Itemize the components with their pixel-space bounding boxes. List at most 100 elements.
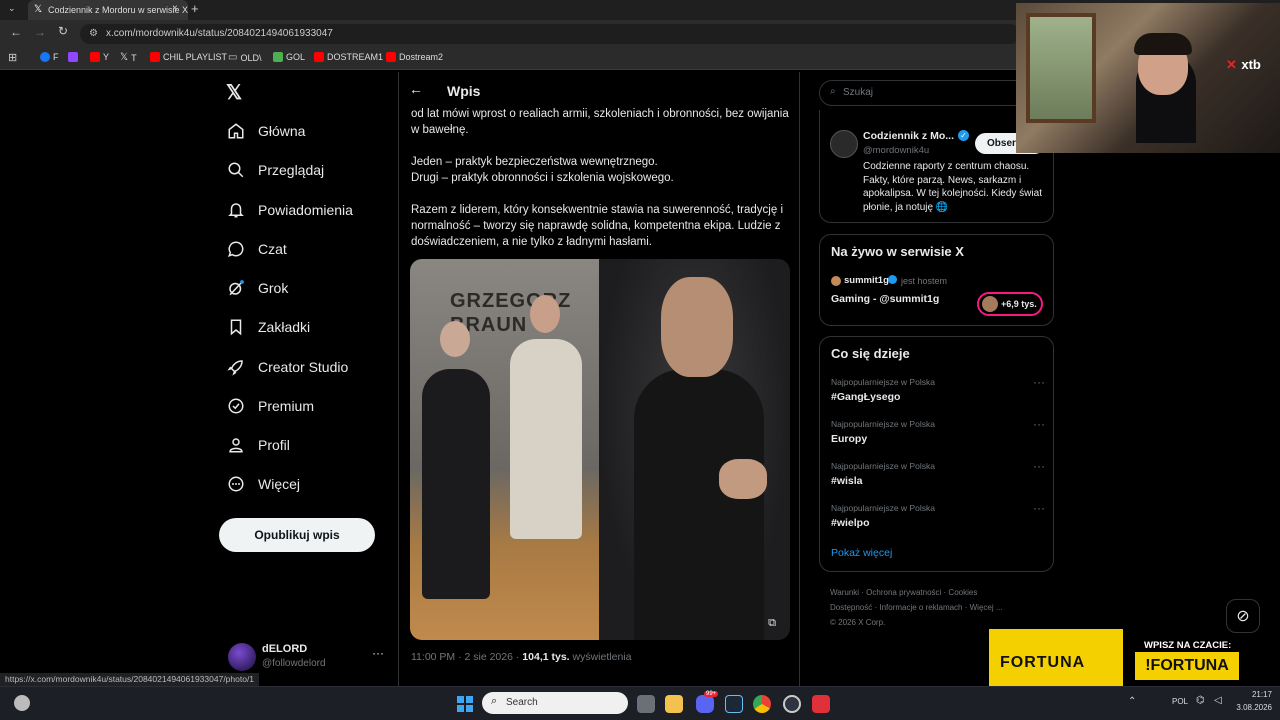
nav-chat[interactable]: Czat bbox=[226, 239, 287, 259]
host-avatar bbox=[831, 276, 841, 286]
taskbar-search[interactable]: ⌕ Search bbox=[482, 692, 628, 714]
more-dots-icon[interactable]: ··· bbox=[372, 646, 384, 660]
live-listeners-pill[interactable]: +6,9 tys. bbox=[977, 292, 1043, 316]
host-verified-icon bbox=[888, 275, 897, 284]
bookmark-t[interactable]: 𝕏T bbox=[120, 52, 137, 63]
trends-title: Co się dzieje bbox=[831, 346, 910, 361]
bookmark-f[interactable]: F bbox=[40, 52, 59, 62]
volume-icon[interactable]: ◁ bbox=[1214, 695, 1222, 706]
apps-grid-icon[interactable]: ⊞ bbox=[8, 51, 17, 64]
post-media[interactable]: GRZEGORZ BRAUN ⧉ bbox=[410, 259, 790, 640]
search-icon: ⌕ bbox=[830, 86, 836, 97]
trend-item[interactable]: Najpopularniejsze w Polska #GangŁysego ·… bbox=[831, 375, 1045, 403]
profile-name[interactable]: Codziennik z Mo... bbox=[863, 130, 954, 142]
account-switcher[interactable]: dELORD @followdelord ··· bbox=[226, 642, 396, 674]
trend-more-icon[interactable]: ··· bbox=[1033, 459, 1045, 473]
bookmark-gol[interactable]: GOL bbox=[273, 52, 305, 62]
page-title: Wpis bbox=[447, 83, 481, 99]
new-tab-icon[interactable]: + bbox=[191, 1, 199, 16]
discord-icon[interactable] bbox=[696, 695, 714, 713]
bookmark-dostream2[interactable]: Dostream2 bbox=[386, 52, 443, 62]
file-explorer-icon[interactable] bbox=[665, 695, 683, 713]
footer-link[interactable]: Informacje o reklamach bbox=[879, 603, 962, 612]
weather-icon[interactable] bbox=[14, 695, 30, 711]
input-language[interactable]: POL bbox=[1172, 697, 1188, 706]
post-text-paragraph-1: od lat mówi wprost o realiach armii, szk… bbox=[411, 108, 789, 136]
nav-explore[interactable]: Przeglądaj bbox=[226, 160, 324, 180]
windows-start-icon[interactable] bbox=[457, 696, 473, 712]
bookmark-y[interactable]: Y bbox=[90, 52, 109, 62]
browser-tab[interactable]: 𝕏 Codziennik z Mordoru w serwisie X bbox=[28, 0, 188, 20]
trend-item[interactable]: Najpopularniejsze w Polska Europy ··· bbox=[831, 417, 1045, 445]
nav-notifications[interactable]: Powiadomienia bbox=[226, 200, 353, 220]
person-suit bbox=[422, 369, 490, 599]
nav-grok[interactable]: Grok bbox=[226, 278, 288, 298]
trend-more-icon[interactable]: ··· bbox=[1033, 501, 1045, 515]
clock-time[interactable]: 21:17 bbox=[1238, 690, 1272, 699]
network-icon[interactable]: ⌬ bbox=[1196, 695, 1205, 706]
footer-link[interactable]: Więcej ... bbox=[970, 603, 1003, 612]
fortuna-code: !FORTUNA bbox=[1145, 657, 1229, 674]
forward-icon[interactable]: → bbox=[34, 25, 46, 39]
trend-more-icon[interactable]: ··· bbox=[1033, 375, 1045, 389]
chrome-icon[interactable] bbox=[753, 695, 771, 713]
nav-profile[interactable]: Profil bbox=[226, 435, 290, 455]
post-text-line-b: Drugi – praktyk obronności i szkolenia w… bbox=[411, 172, 674, 184]
bookmark-folder-old[interactable]: ▭ OLD\ bbox=[228, 52, 261, 63]
search-box[interactable]: ⌕ Szukaj bbox=[819, 80, 1039, 106]
steam-icon[interactable] bbox=[725, 695, 743, 713]
footer-link[interactable]: Cookies bbox=[948, 588, 977, 597]
xtb-x-icon: ✕ bbox=[1226, 57, 1237, 72]
nav-creator-studio[interactable]: Creator Studio bbox=[226, 357, 348, 377]
nav-bookmarks[interactable]: Zakładki bbox=[226, 317, 310, 337]
taskbar-search-label: Search bbox=[506, 697, 538, 708]
trend-item[interactable]: Najpopularniejsze w Polska #wielpo ··· bbox=[831, 501, 1045, 529]
youtube-icon bbox=[386, 52, 396, 62]
task-view-icon[interactable] bbox=[637, 695, 655, 713]
clock-date[interactable]: 3.08.2026 bbox=[1222, 703, 1272, 712]
site-info-icon[interactable]: ⚙ bbox=[89, 24, 98, 44]
bookmark-chil-playlist[interactable]: CHIL PLAYLIST bbox=[150, 52, 227, 62]
search-placeholder: Szukaj bbox=[843, 87, 874, 98]
grok-floating-icon[interactable]: ⊘ bbox=[1226, 599, 1260, 633]
footer-link[interactable]: Dostępność bbox=[830, 603, 872, 612]
tab-close-icon[interactable]: × bbox=[172, 3, 178, 14]
nav-home[interactable]: Główna bbox=[226, 121, 305, 141]
footer-link[interactable]: Ochrona prywatności bbox=[866, 588, 941, 597]
nav-more[interactable]: Więcej bbox=[226, 474, 300, 494]
folder-icon: ▭ bbox=[228, 52, 238, 63]
windows-taskbar: ⌕ Search 99+ ⌃ POL ⌬ ◁ 21:17 3.08.2026 bbox=[0, 686, 1280, 720]
post-photo-left[interactable]: GRZEGORZ BRAUN bbox=[410, 259, 599, 640]
live-stream-title[interactable]: Gaming - @summit1g bbox=[831, 293, 939, 305]
x-favicon-icon: 𝕏 bbox=[34, 4, 43, 15]
tray-chevron-icon[interactable]: ⌃ bbox=[1128, 696, 1136, 707]
post-photo-right[interactable]: ⧉ bbox=[599, 259, 790, 640]
reload-icon[interactable]: ↻ bbox=[58, 24, 68, 38]
account-handle: @followdelord bbox=[262, 658, 326, 669]
trend-item[interactable]: Najpopularniejsze w Polska #wisla ··· bbox=[831, 459, 1045, 487]
nav-premium[interactable]: Premium bbox=[226, 396, 314, 416]
profile-avatar[interactable] bbox=[830, 130, 858, 158]
host-label: jest hostem bbox=[901, 276, 948, 286]
bookmark-twitch[interactable] bbox=[68, 52, 78, 62]
app-icon[interactable] bbox=[783, 695, 801, 713]
alt-text-icon[interactable]: ⧉ bbox=[768, 617, 776, 630]
host-name[interactable]: summit1g bbox=[844, 275, 889, 286]
listener-avatar bbox=[982, 296, 998, 312]
footer-link[interactable]: Warunki bbox=[830, 588, 859, 597]
bookmark-dostream1[interactable]: DOSTREAM1 bbox=[314, 52, 383, 62]
back-arrow-icon[interactable]: ← bbox=[409, 81, 423, 97]
post-text-paragraph-3: Razem z liderem, który konsekwentnie sta… bbox=[411, 204, 783, 248]
url-field[interactable]: ⚙ x.com/mordownik4u/status/2084021494061… bbox=[80, 24, 1020, 44]
show-more-link[interactable]: Pokaż więcej bbox=[831, 547, 892, 559]
tab-menu-icon[interactable]: ⌄ bbox=[8, 3, 16, 14]
home-icon bbox=[226, 121, 246, 141]
back-icon[interactable]: ← bbox=[10, 25, 22, 39]
publish-post-button[interactable]: Opublikuj wpis bbox=[219, 518, 375, 552]
youtube-icon bbox=[150, 52, 160, 62]
trend-more-icon[interactable]: ··· bbox=[1033, 417, 1045, 431]
red-app-icon[interactable] bbox=[812, 695, 830, 713]
x-logo-icon[interactable]: 𝕏 bbox=[226, 80, 242, 105]
x-bookmark-icon: 𝕏 bbox=[120, 52, 129, 63]
post-time[interactable]: 11:00 PM · 2 sie 2026 · bbox=[411, 651, 519, 663]
